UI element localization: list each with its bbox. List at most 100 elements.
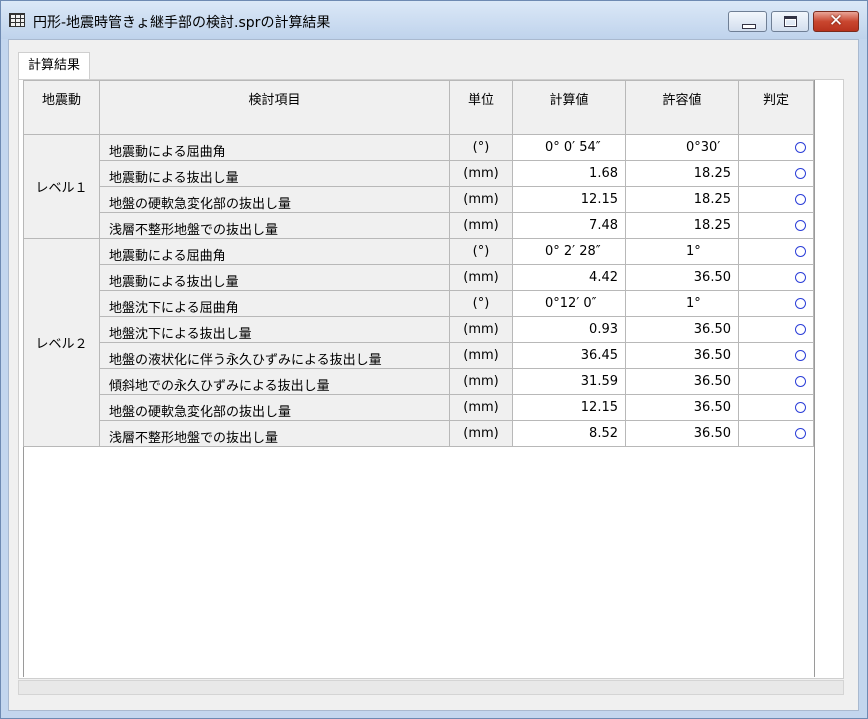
item-name: 地盤沈下による抜出し量 (99, 316, 450, 343)
group-label: レベル１ (23, 134, 100, 239)
unit-value: (mm) (449, 368, 513, 395)
item-name: 傾斜地での永久ひずみによる抜出し量 (99, 368, 450, 395)
table-row: 浅層不整形地盤での抜出し量 (mm) 7.48 18.25 (24, 212, 814, 239)
ok-circle-icon (795, 142, 806, 153)
header-unit[interactable]: 単位 (449, 80, 513, 135)
ok-circle-icon (795, 246, 806, 257)
horizontal-scrollbar[interactable] (18, 680, 844, 695)
spreadsheet-app-icon[interactable] (9, 13, 25, 27)
table-row: 地震動による抜出し量 (mm) 1.68 18.25 (24, 160, 814, 187)
table-row: 地盤の液状化に伴う永久ひずみによる抜出し量 (mm) 36.45 36.50 (24, 342, 814, 369)
allow-value[interactable]: 36.50 (625, 264, 739, 291)
calc-value[interactable]: 7.48 (512, 212, 626, 239)
judge-cell[interactable] (738, 290, 814, 317)
header-group[interactable]: 地震動 (23, 80, 100, 135)
ok-circle-icon (795, 194, 806, 205)
item-name: 地震動による屈曲角 (99, 238, 450, 265)
header-item[interactable]: 検討項目 (99, 80, 450, 135)
allow-value[interactable]: 0°30′ (625, 134, 739, 161)
minimize-button[interactable] (728, 11, 767, 32)
ok-circle-icon (795, 428, 806, 439)
ok-circle-icon (795, 220, 806, 231)
judge-cell[interactable] (738, 394, 814, 421)
item-name: 浅層不整形地盤での抜出し量 (99, 212, 450, 239)
item-name: 地盤沈下による屈曲角 (99, 290, 450, 317)
unit-value: (mm) (449, 160, 513, 187)
calc-value[interactable]: 36.45 (512, 342, 626, 369)
table-row: 地盤沈下による屈曲角 (°) 0°12′ 0″ 1° (24, 290, 814, 317)
table-row: 浅層不整形地盤での抜出し量 (mm) 8.52 36.50 (24, 420, 814, 447)
ok-circle-icon (795, 272, 806, 283)
calc-value[interactable]: 31.59 (512, 368, 626, 395)
window-title: 円形-地震時管きょ継手部の検討.sprの計算結果 (33, 15, 331, 31)
ok-circle-icon (795, 376, 806, 387)
unit-value: (mm) (449, 186, 513, 213)
unit-value: (°) (449, 290, 513, 317)
results-panel: 地震動 検討項目 単位 計算値 許容値 判定 レベル１ 地震動による屈曲角 (°) 0… (18, 79, 844, 679)
header-calc[interactable]: 計算値 (512, 80, 626, 135)
judge-cell[interactable] (738, 212, 814, 239)
judge-cell[interactable] (738, 160, 814, 187)
allow-value[interactable]: 36.50 (625, 394, 739, 421)
allow-value[interactable]: 36.50 (625, 342, 739, 369)
maximize-button[interactable] (771, 11, 809, 32)
table-row: 傾斜地での永久ひずみによる抜出し量 (mm) 31.59 36.50 (24, 368, 814, 395)
item-name: 地盤の液状化に伴う永久ひずみによる抜出し量 (99, 342, 450, 369)
header-judge[interactable]: 判定 (738, 80, 814, 135)
client-area: 計算結果 地震動 検討項目 単位 計算値 許容値 判定 レベル１ 地震動による屈… (8, 39, 859, 711)
allow-value[interactable]: 1° (625, 290, 739, 317)
unit-value: (mm) (449, 420, 513, 447)
group-label: レベル２ (23, 238, 100, 447)
ok-circle-icon (795, 324, 806, 335)
calc-value[interactable]: 12.15 (512, 186, 626, 213)
close-button[interactable]: ✕ (813, 11, 859, 32)
table-row: 地盤の硬軟急変化部の抜出し量 (mm) 12.15 36.50 (24, 394, 814, 421)
allow-value[interactable]: 18.25 (625, 186, 739, 213)
calc-value[interactable]: 12.15 (512, 394, 626, 421)
allow-value[interactable]: 18.25 (625, 212, 739, 239)
maximize-icon (784, 16, 797, 27)
unit-value: (mm) (449, 394, 513, 421)
table-header-row: 地震動 検討項目 単位 計算値 許容値 判定 (23, 80, 814, 135)
unit-value: (°) (449, 134, 513, 161)
judge-cell[interactable] (738, 420, 814, 447)
calc-value[interactable]: 4.42 (512, 264, 626, 291)
allow-value[interactable]: 18.25 (625, 160, 739, 187)
table-row: 地盤の硬軟急変化部の抜出し量 (mm) 12.15 18.25 (24, 186, 814, 213)
item-name: 地震動による抜出し量 (99, 264, 450, 291)
app-window: 円形-地震時管きょ継手部の検討.sprの計算結果 ✕ 計算結果 地震動 検討項目… (0, 0, 868, 719)
item-name: 地震動による抜出し量 (99, 160, 450, 187)
judge-cell[interactable] (738, 368, 814, 395)
table-row: レベル２ 地震動による屈曲角 (°) 0° 2′ 28″ 1° (23, 238, 814, 447)
table-row: 地震動による抜出し量 (mm) 4.42 36.50 (24, 264, 814, 291)
item-name: 浅層不整形地盤での抜出し量 (99, 420, 450, 447)
judge-cell[interactable] (738, 134, 814, 161)
ok-circle-icon (795, 298, 806, 309)
close-icon: ✕ (828, 11, 844, 31)
calc-value[interactable]: 0° 0′ 54″ (512, 134, 626, 161)
allow-value[interactable]: 36.50 (625, 420, 739, 447)
allow-value[interactable]: 1° (625, 238, 739, 265)
judge-cell[interactable] (738, 316, 814, 343)
calc-value[interactable]: 8.52 (512, 420, 626, 447)
calc-value[interactable]: 0.93 (512, 316, 626, 343)
results-table: 地震動 検討項目 単位 計算値 許容値 判定 レベル１ 地震動による屈曲角 (°) 0… (23, 80, 814, 447)
allow-value[interactable]: 36.50 (625, 316, 739, 343)
item-name: 地盤の硬軟急変化部の抜出し量 (99, 394, 450, 421)
header-allow[interactable]: 許容値 (625, 80, 739, 135)
allow-value[interactable]: 36.50 (625, 368, 739, 395)
table-row: 地盤沈下による抜出し量 (mm) 0.93 36.50 (24, 316, 814, 343)
calc-value[interactable]: 0°12′ 0″ (512, 290, 626, 317)
judge-cell[interactable] (738, 342, 814, 369)
ok-circle-icon (795, 168, 806, 179)
title-bar[interactable]: 円形-地震時管きょ継手部の検討.sprの計算結果 ✕ (1, 1, 867, 39)
judge-cell[interactable] (738, 238, 814, 265)
calc-value[interactable]: 1.68 (512, 160, 626, 187)
judge-cell[interactable] (738, 186, 814, 213)
judge-cell[interactable] (738, 264, 814, 291)
calc-value[interactable]: 0° 2′ 28″ (512, 238, 626, 265)
tab-calculation-results[interactable]: 計算結果 (18, 52, 90, 80)
table-body: レベル１ 地震動による屈曲角 (°) 0° 0′ 54″ 0°30′ 地震動による抜出し量… (23, 134, 814, 447)
item-name: 地震動による屈曲角 (99, 134, 450, 161)
ok-circle-icon (795, 402, 806, 413)
